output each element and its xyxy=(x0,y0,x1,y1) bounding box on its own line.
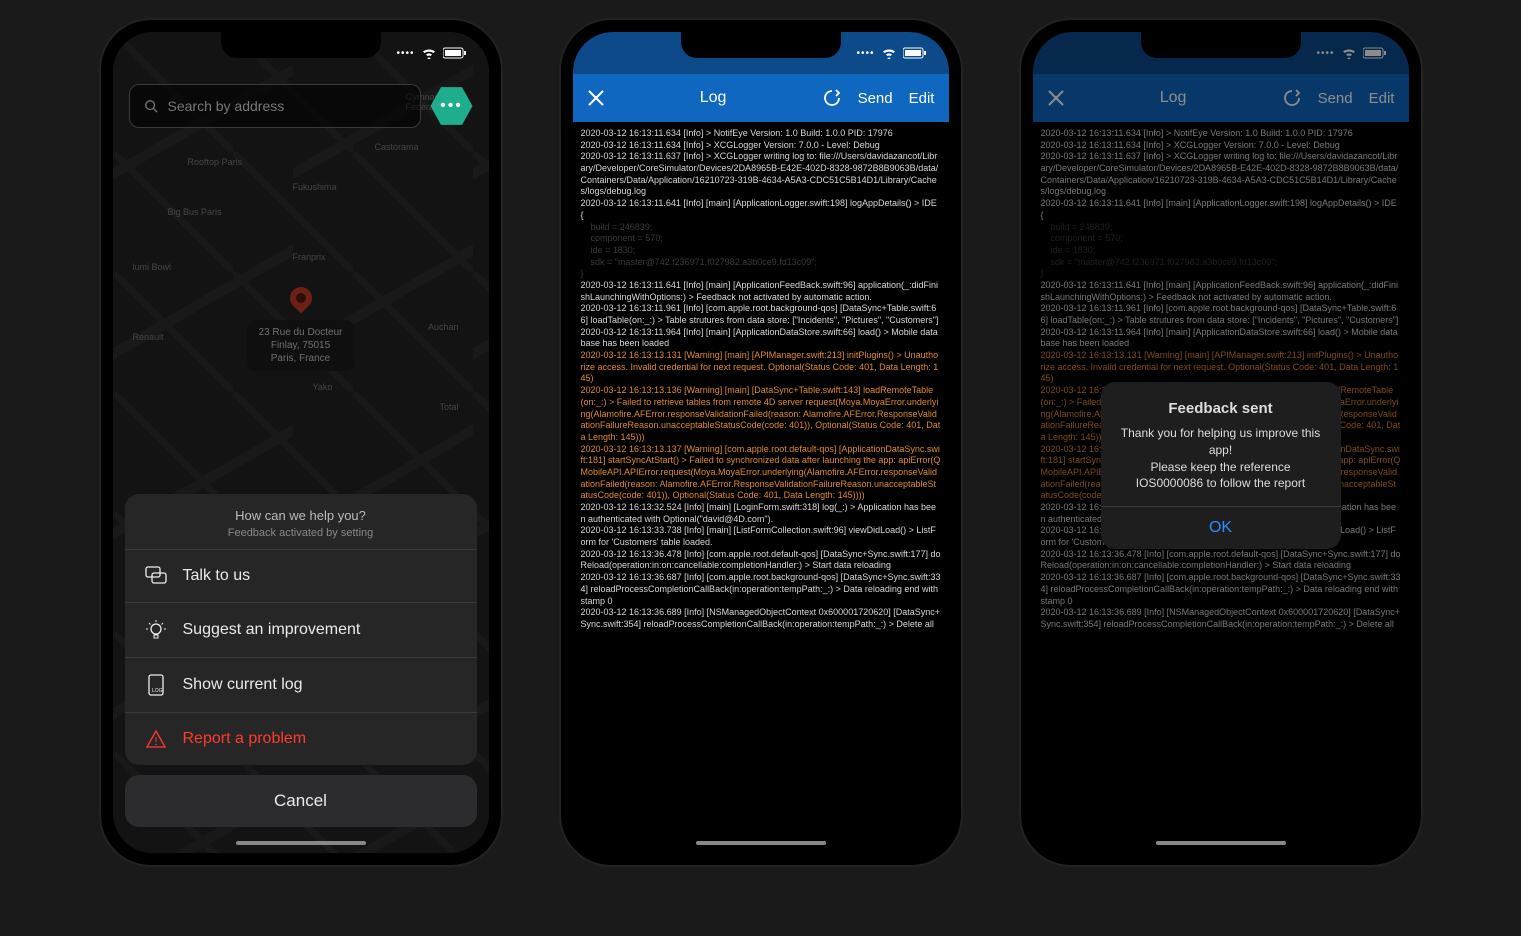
log-line: component = 570; xyxy=(581,233,941,245)
battery-icon xyxy=(903,47,927,59)
log-line: build = 246839; xyxy=(581,222,941,234)
sheet-subtitle: Feedback activated by setting xyxy=(135,527,467,539)
wifi-icon xyxy=(881,47,897,59)
home-indicator[interactable] xyxy=(236,841,366,845)
log-file-icon: LOG xyxy=(145,674,167,696)
wifi-icon xyxy=(421,47,437,59)
nav-title: Log xyxy=(700,89,727,107)
close-button[interactable] xyxy=(587,89,605,107)
cancel-label: Cancel xyxy=(274,791,327,810)
battery-icon xyxy=(443,47,467,59)
log-line: 2020-03-12 16:13:11.964 [Info] [main] [A… xyxy=(581,327,941,350)
log-line: ide = 1830; xyxy=(581,245,941,257)
action-label: Report a problem xyxy=(183,730,307,748)
signal-dots-icon: •••• xyxy=(856,48,874,59)
log-content[interactable]: 2020-03-12 16:13:11.634 [Info] > NotifEy… xyxy=(573,122,949,853)
log-line: 2020-03-12 16:13:13.137 [Warning] [com.a… xyxy=(581,444,941,502)
log-line: 2020-03-12 16:13:11.641 [Info] [main] [A… xyxy=(581,198,941,221)
action-label: Show current log xyxy=(183,676,303,694)
lightbulb-icon xyxy=(145,619,167,641)
notch xyxy=(681,32,841,58)
home-indicator[interactable] xyxy=(1156,841,1286,845)
ellipsis-icon: ••• xyxy=(440,97,463,115)
notch xyxy=(221,32,381,58)
feedback-sent-modal: Feedback sent Thank you for helping us i… xyxy=(1101,382,1341,549)
log-line: 2020-03-12 16:13:13.136 [Warning] [main]… xyxy=(581,385,941,443)
sheet-title: How can we help you? xyxy=(135,508,467,523)
edit-button[interactable]: Edit xyxy=(909,90,935,107)
action-report-problem[interactable]: Report a problem xyxy=(125,713,477,765)
search-placeholder: Search by address xyxy=(168,98,285,114)
cancel-button[interactable]: Cancel xyxy=(125,775,477,827)
phone-map-actionsheet: GymnaseFédération Castorama Rooftop Pari… xyxy=(101,20,501,865)
log-line: sdk = "master@742.f236971.f027982.a3b0ce… xyxy=(581,257,941,269)
action-show-current-log[interactable]: LOG Show current log xyxy=(125,658,477,713)
refresh-button[interactable] xyxy=(822,88,842,108)
action-talk-to-us[interactable]: Talk to us xyxy=(125,550,477,603)
log-line: 2020-03-12 16:13:11.634 [Info] > XCGLogg… xyxy=(581,140,941,152)
modal-ok-button[interactable]: OK xyxy=(1101,506,1341,549)
nav-bar: Log Send Edit xyxy=(573,74,949,122)
log-line: 2020-03-12 16:13:36.478 [Info] [com.appl… xyxy=(581,549,941,572)
action-label: Suggest an improvement xyxy=(183,621,361,639)
log-line: 2020-03-12 16:13:33.738 [Info] [main] [L… xyxy=(581,525,941,548)
notch xyxy=(1141,32,1301,58)
action-label: Talk to us xyxy=(183,567,251,585)
log-line: 2020-03-12 16:13:32.524 [Info] [main] [L… xyxy=(581,502,941,525)
send-button[interactable]: Send xyxy=(858,90,893,107)
warning-triangle-icon xyxy=(145,729,167,749)
menu-hex-button[interactable]: ••• xyxy=(431,85,473,127)
sheet-header: How can we help you? Feedback activated … xyxy=(125,494,477,550)
action-suggest-improvement[interactable]: Suggest an improvement xyxy=(125,603,477,658)
log-line: 2020-03-12 16:13:11.961 [Info] [com.appl… xyxy=(581,303,941,326)
help-action-sheet: How can we help you? Feedback activated … xyxy=(125,494,477,827)
log-line: 2020-03-12 16:13:11.634 [Info] > NotifEy… xyxy=(581,128,941,140)
search-icon xyxy=(144,99,158,113)
modal-title: Feedback sent xyxy=(1117,400,1325,417)
modal-message-line: Please keep the reference IOS0000086 to … xyxy=(1117,459,1325,493)
log-line: 2020-03-12 16:13:36.687 [Info] [com.appl… xyxy=(581,572,941,607)
phone-log-view: •••• Log Send Edit 2020-03- xyxy=(561,20,961,865)
search-input[interactable]: Search by address xyxy=(129,84,421,128)
log-line: 2020-03-12 16:13:13.131 [Warning] [main]… xyxy=(581,350,941,385)
log-line: 2020-03-12 16:13:11.637 [Info] > XCGLogg… xyxy=(581,151,941,198)
home-indicator[interactable] xyxy=(696,841,826,845)
log-line: 2020-03-12 16:13:11.641 [Info] [main] [A… xyxy=(581,280,941,303)
modal-ok-label: OK xyxy=(1209,519,1232,536)
svg-text:LOG: LOG xyxy=(152,688,163,694)
signal-dots-icon: •••• xyxy=(396,48,414,59)
log-line: 2020-03-12 16:13:36.689 [Info] [NSManage… xyxy=(581,607,941,630)
modal-message-line: Thank you for helping us improve this ap… xyxy=(1117,425,1325,459)
log-line: } xyxy=(581,268,941,280)
phone-log-feedback-modal: •••• Log Send Edit 2020-03- xyxy=(1021,20,1421,865)
chat-icon xyxy=(145,566,167,586)
